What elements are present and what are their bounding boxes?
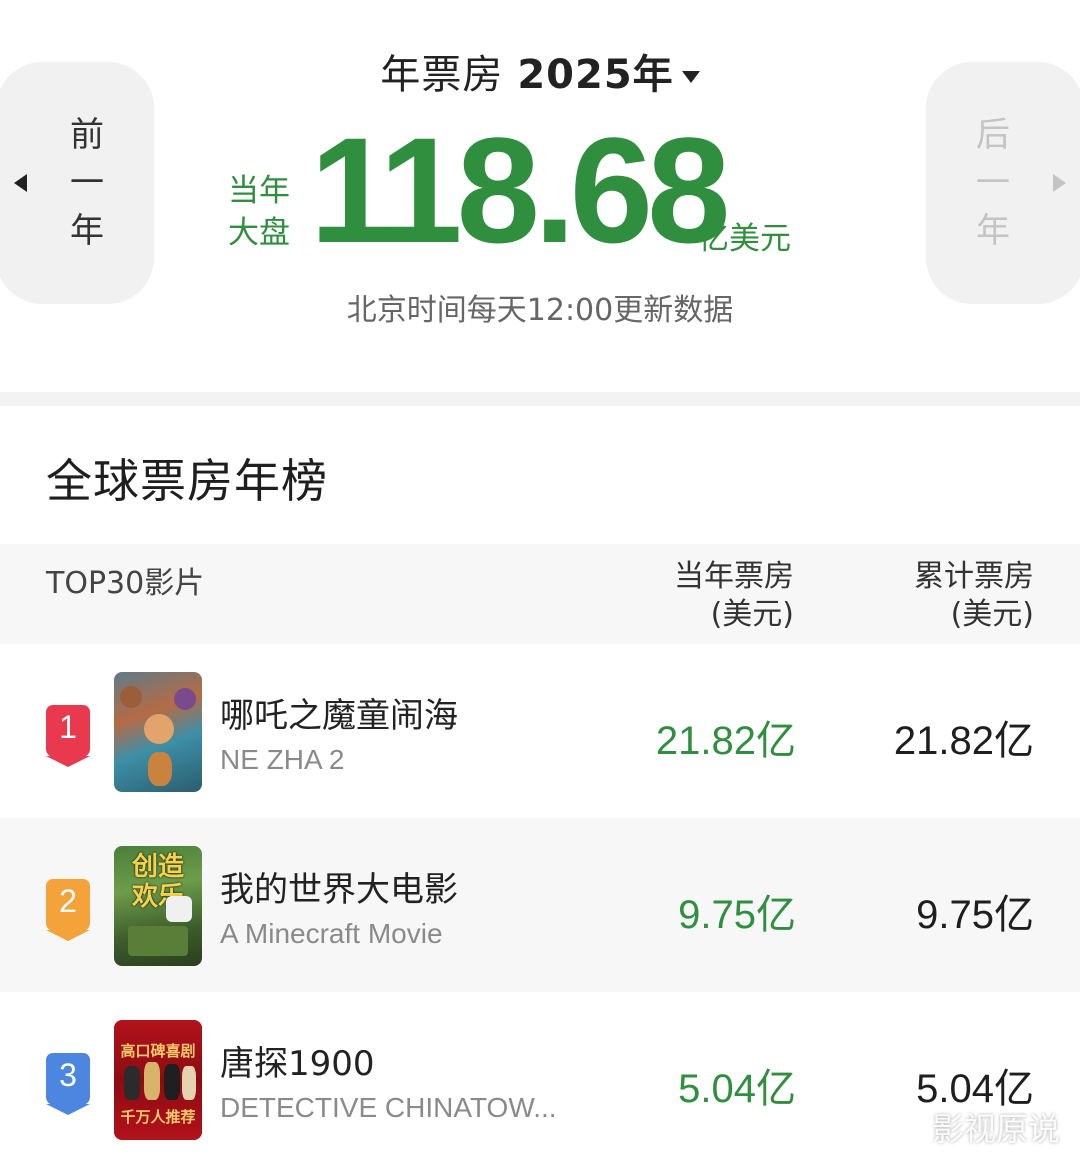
total-label-line1: 当年 [228,173,290,209]
year-title-label: 年票房 [380,52,504,98]
movie-title-cn[interactable]: 唐探1900 [220,1036,375,1085]
column-year-box: 当年票房 (美元) [674,558,794,634]
poster-text: 千万人推荐 [120,1108,196,1126]
rank-badge: 1 [46,705,90,767]
watermark: 影视原说 [931,1110,1060,1148]
column-year-box-line2: (美元) [710,597,794,632]
movie-title-en: A Minecraft Movie [220,918,443,949]
movie-title-cn[interactable]: 哪吒之魔童闹海 [220,688,458,737]
table-row[interactable]: 2 创造 欢乐 我的世界大电影 A Minecraft Movie 9.75亿 … [0,818,1080,992]
next-year-button[interactable]: 后 一 年 [926,62,1080,304]
total-unit: 亿美元 [698,221,791,257]
column-total-box: 累计票房 (美元) [914,558,1034,634]
movie-title-en: NE ZHA 2 [220,744,345,775]
next-year-char: 年 [976,211,1010,251]
update-note: 北京时间每天12:00更新数据 [346,293,734,328]
right-arrow-icon [1053,174,1066,192]
year-value: 2025年 [517,52,674,98]
poster-text: 创造 [131,852,184,882]
next-year-char: 一 [976,163,1010,203]
next-year-char: 后 [976,115,1010,155]
section-divider [0,392,1080,406]
table-row[interactable]: 3 高口碑喜剧 千万人推荐 唐探1900 DETECTIVE CHINATOW.… [0,992,1080,1166]
movie-title-cn[interactable]: 我的世界大电影 [220,862,458,911]
ranking-list: 1 哪吒之魔童闹海 NE ZHA 2 21.82亿 21.82亿 2 创造 欢乐… [0,644,1080,1166]
column-year-box-line1: 当年票房 [674,559,794,594]
total-label-line2: 大盘 [228,215,290,251]
column-film: TOP30影片 [46,566,205,601]
rank-badge: 2 [46,879,90,941]
year-box-office: 9.75亿 [678,893,796,937]
poster-text: 高口碑喜剧 [120,1042,196,1060]
total-label: 当年 大盘 [228,170,290,254]
year-selector[interactable]: 年票房 2025年 [0,42,1080,100]
movie-poster[interactable]: 高口碑喜剧 千万人推荐 [114,1020,202,1140]
year-box-office: 21.82亿 [655,719,796,763]
total-box-office-value: 118.68 [310,106,731,274]
column-total-box-line1: 累计票房 [914,559,1034,594]
movie-poster[interactable] [114,672,202,792]
prev-year-char: 年 [70,211,104,251]
rank-badge: 3 [46,1053,90,1115]
prev-year-char: 一 [70,163,104,203]
table-row[interactable]: 1 哪吒之魔童闹海 NE ZHA 2 21.82亿 21.82亿 [0,644,1080,818]
movie-title-en: DETECTIVE CHINATOW... [220,1092,557,1123]
total-box-office: 9.75亿 [916,893,1034,937]
caret-down-icon [681,71,700,83]
movie-poster[interactable]: 创造 欢乐 [114,846,202,966]
year-box-office: 5.04亿 [678,1067,796,1111]
left-arrow-icon [14,174,27,192]
column-total-box-line2: (美元) [950,597,1034,632]
prev-year-char: 前 [70,115,104,155]
total-box-office: 21.82亿 [893,719,1034,763]
header: 前 一 年 年票房 2025年 当年 大盘 118.68 亿美元 北京时间每天12… [0,0,1080,392]
section-title: 全球票房年榜 [46,454,328,508]
table-header: TOP30影片 当年票房 (美元) 累计票房 (美元) [0,544,1080,644]
